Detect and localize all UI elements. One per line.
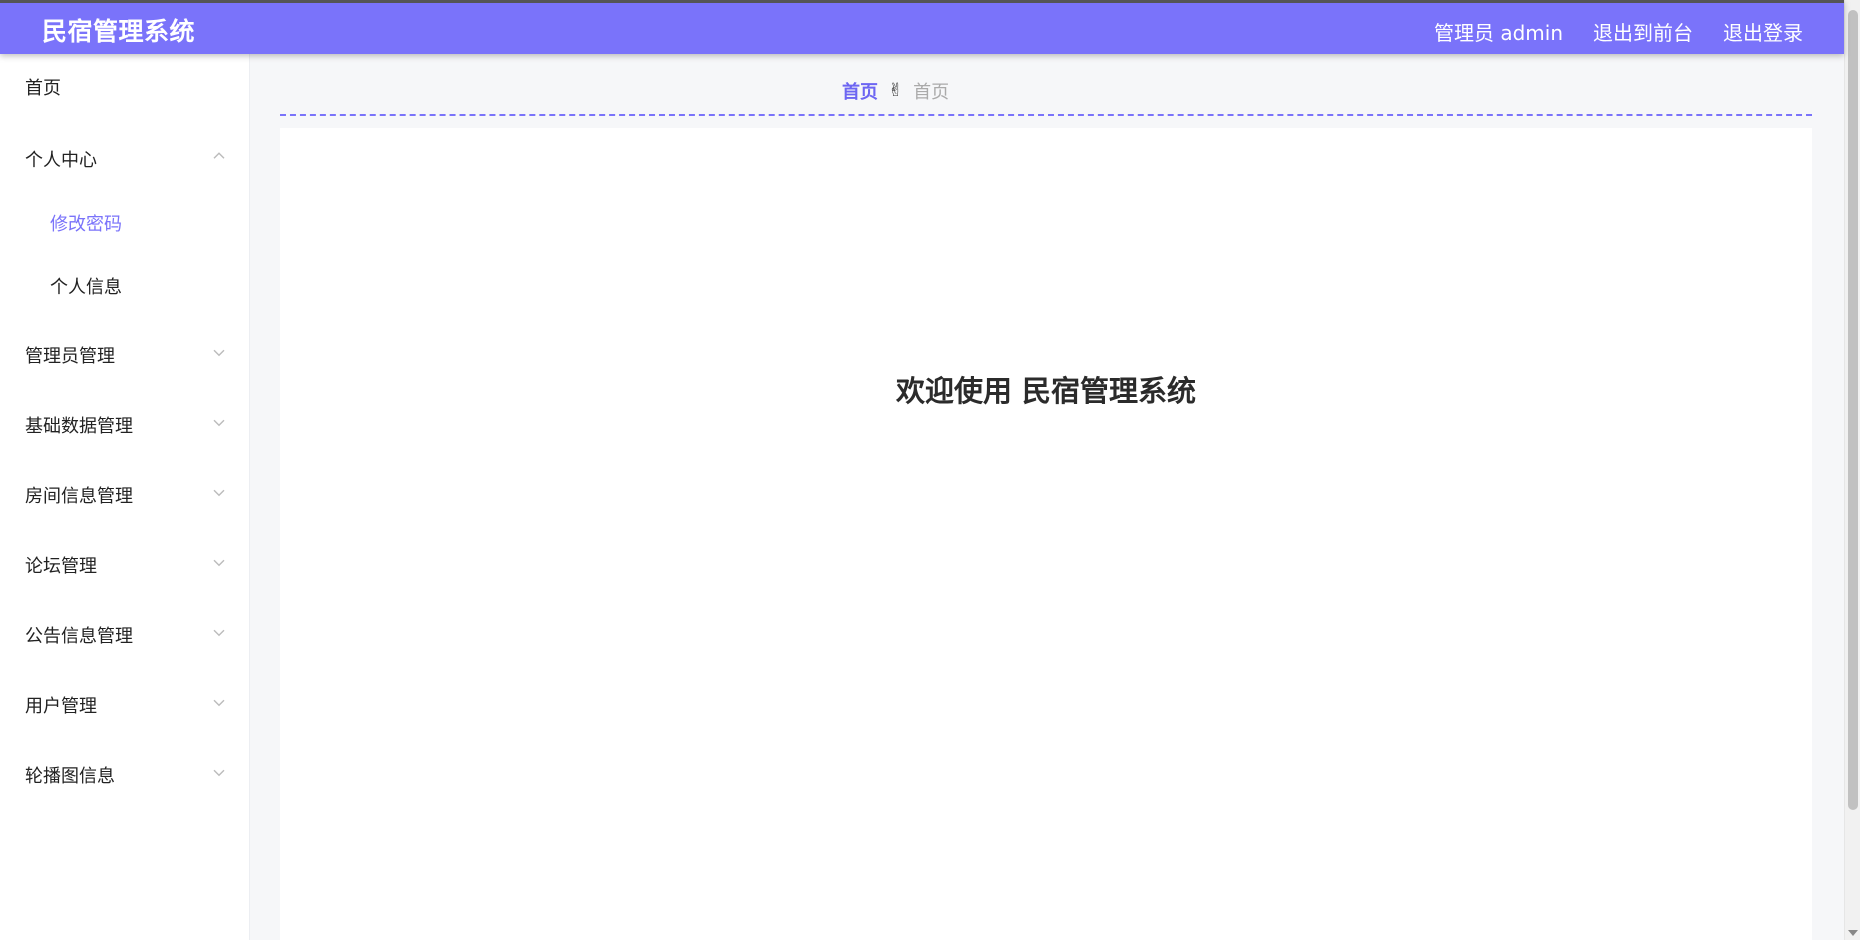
scroll-down-arrow-icon[interactable] bbox=[1848, 930, 1858, 936]
sidebar-subitem-label: 个人信息 bbox=[50, 277, 122, 298]
breadcrumb: 首页 ✌ 首页 bbox=[842, 78, 949, 104]
sidebar-subitem-label: 修改密码 bbox=[50, 214, 122, 235]
breadcrumb-home-link[interactable]: 首页 bbox=[842, 78, 878, 104]
sidebar-item-forum[interactable]: 论坛管理 bbox=[0, 537, 250, 593]
chevron-down-icon bbox=[213, 489, 225, 497]
sidebar-item-label: 用户管理 bbox=[25, 696, 97, 717]
admin-user-label: 管理员 admin bbox=[1433, 21, 1563, 45]
sidebar-item-carousel[interactable]: 轮播图信息 bbox=[0, 747, 250, 803]
exit-to-frontend-link[interactable]: 退出到前台 bbox=[1593, 17, 1693, 46]
page-scrollbar[interactable] bbox=[1844, 0, 1860, 940]
logout-link[interactable]: 退出登录 bbox=[1723, 17, 1803, 46]
sidebar-item-label: 房间信息管理 bbox=[25, 486, 133, 507]
breadcrumb-divider bbox=[280, 114, 1812, 116]
sidebar: 首页 个人中心 修改密码 个人信息 管理员管理 基础数据管理 房间信息管理 论坛… bbox=[0, 54, 250, 940]
sidebar-item-home[interactable]: 首页 bbox=[0, 59, 250, 115]
sidebar-item-basic-data[interactable]: 基础数据管理 bbox=[0, 397, 250, 453]
scrollbar-thumb[interactable] bbox=[1848, 10, 1858, 810]
sidebar-item-personal-center[interactable]: 个人中心 bbox=[0, 131, 250, 187]
sidebar-item-label: 首页 bbox=[25, 78, 61, 99]
content-card: 欢迎使用 民宿管理系统 bbox=[280, 128, 1812, 940]
welcome-heading: 欢迎使用 民宿管理系统 bbox=[895, 374, 1197, 408]
sidebar-item-label: 管理员管理 bbox=[25, 346, 115, 367]
chevron-down-icon bbox=[213, 629, 225, 637]
chevron-down-icon bbox=[213, 349, 225, 357]
sidebar-item-admin-management[interactable]: 管理员管理 bbox=[0, 327, 250, 383]
sidebar-item-room-info[interactable]: 房间信息管理 bbox=[0, 467, 250, 523]
victory-hand-icon: ✌ bbox=[888, 80, 904, 101]
sidebar-item-label: 个人中心 bbox=[25, 150, 97, 171]
sidebar-item-label: 公告信息管理 bbox=[25, 626, 133, 647]
breadcrumb-current: 首页 bbox=[913, 82, 950, 103]
app-title: 民宿管理系统 bbox=[42, 17, 196, 46]
main-content: 首页 ✌ 首页 欢迎使用 民宿管理系统 bbox=[250, 54, 1844, 940]
sidebar-subitem-personal-info[interactable]: 个人信息 bbox=[0, 260, 250, 312]
sidebar-item-users[interactable]: 用户管理 bbox=[0, 677, 250, 733]
sidebar-item-label: 基础数据管理 bbox=[25, 416, 133, 437]
sidebar-subitem-change-password[interactable]: 修改密码 bbox=[0, 197, 250, 249]
chevron-down-icon bbox=[213, 769, 225, 777]
sidebar-item-label: 轮播图信息 bbox=[25, 766, 115, 787]
chevron-down-icon bbox=[213, 419, 225, 427]
sidebar-item-announcements[interactable]: 公告信息管理 bbox=[0, 607, 250, 663]
chevron-up-icon bbox=[213, 152, 225, 159]
chevron-down-icon bbox=[213, 559, 225, 567]
chevron-down-icon bbox=[213, 699, 225, 707]
top-header: 民宿管理系统 管理员 admin 退出到前台 退出登录 bbox=[0, 0, 1844, 54]
sidebar-item-label: 论坛管理 bbox=[25, 556, 97, 577]
header-actions: 管理员 admin 退出到前台 退出登录 bbox=[1434, 17, 1803, 46]
